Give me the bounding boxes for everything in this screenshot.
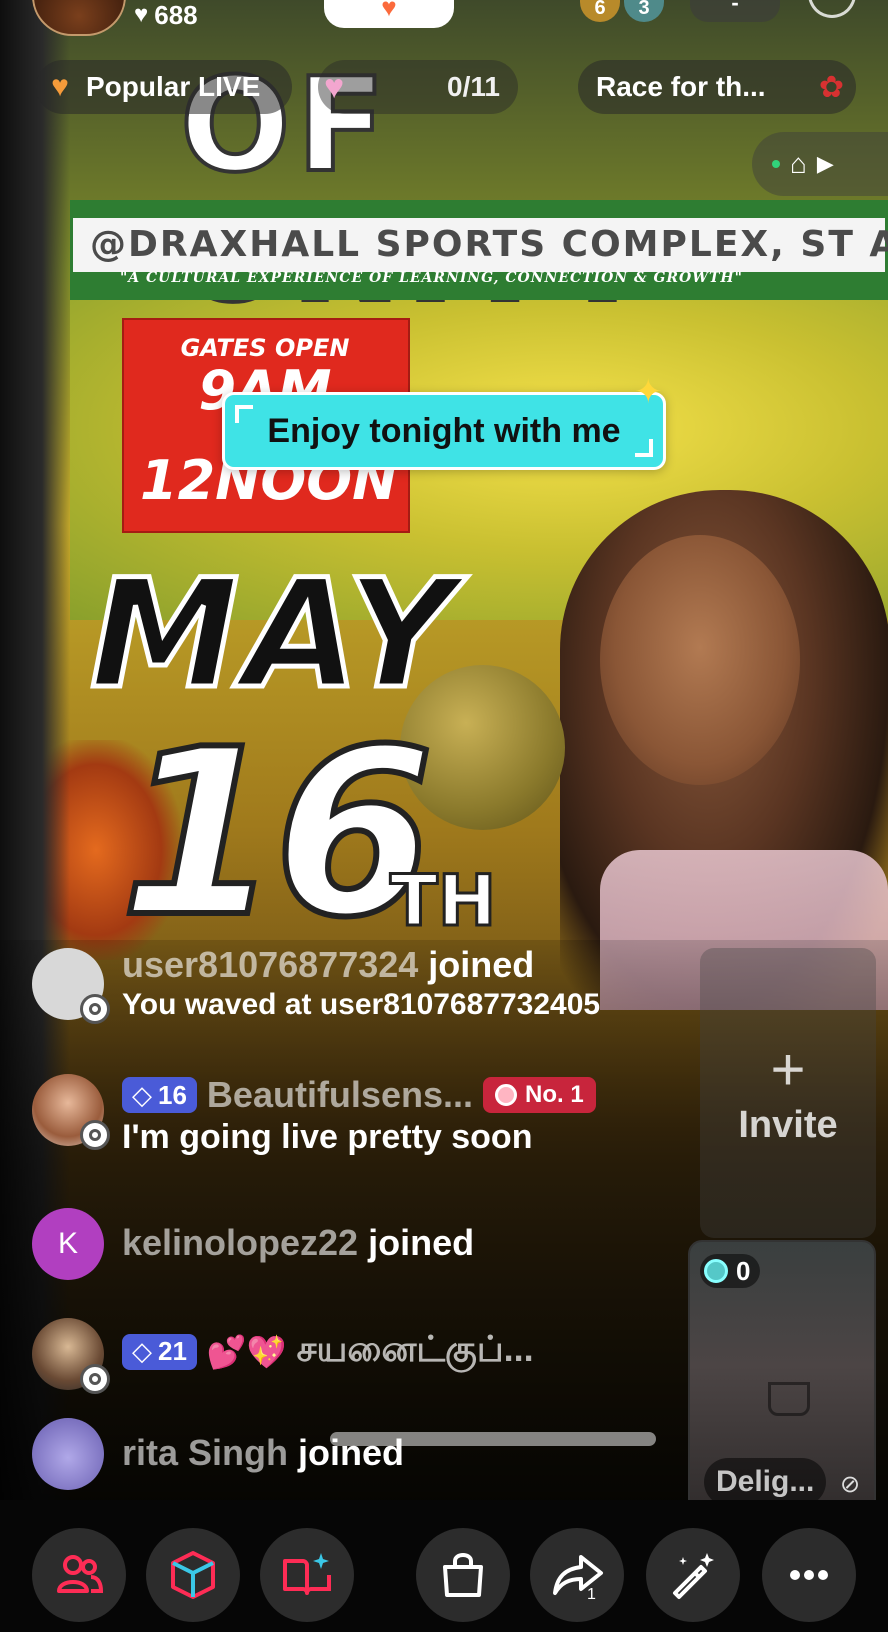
level-badge-value: 21 (158, 1336, 187, 1366)
guest-video-tile[interactable]: 0 Delig... ⊘ (688, 1240, 876, 1520)
chat-message[interactable]: ◇ 21 💕💖 சயனைட்குப்... (32, 1318, 534, 1394)
rank-badge-teal[interactable]: 3 (624, 0, 664, 22)
chevron-right-icon: ▶ (816, 151, 834, 176)
avatar[interactable] (32, 1074, 110, 1150)
diamond-icon: ◇ (132, 1079, 152, 1110)
coin-icon (704, 1259, 728, 1283)
poster-person-face (600, 535, 800, 785)
avatar[interactable] (32, 1418, 104, 1490)
goal-progress-pill[interactable]: ♥ 0/11 (318, 60, 518, 114)
bracket-corner-icon (235, 405, 253, 423)
gift-box-button[interactable] (146, 1528, 240, 1622)
cube-icon (171, 1551, 215, 1599)
effects-button[interactable] (646, 1528, 740, 1622)
goal-progress-text: 0/11 (447, 71, 500, 102)
avatar-initial: K (57, 1227, 78, 1260)
follow-button[interactable]: ♥ (324, 0, 454, 28)
level-badge: ◇ 16 (122, 1077, 197, 1113)
heart-icon: ♥ (134, 1, 149, 28)
live-badge-icon (80, 1120, 110, 1150)
bottom-toolbar: 1 (0, 1500, 888, 1632)
more-icon (790, 1570, 828, 1580)
people-button[interactable] (32, 1528, 126, 1622)
chat-username[interactable]: kelinolopez22 (122, 1222, 358, 1264)
guest-coin-count: 0 (700, 1254, 761, 1288)
chat-text: You waved at user8107687732405 (122, 988, 601, 1021)
chat-message[interactable]: K kelinolopez22 joined (32, 1208, 474, 1280)
chat-action: joined (368, 1222, 475, 1263)
shopping-bag-icon (443, 1553, 483, 1597)
race-label: Race for th... (596, 71, 766, 102)
shop-button[interactable] (416, 1528, 510, 1622)
level-badge: ◇ 21 (122, 1333, 197, 1370)
chat-message[interactable]: user81076877324 joined You waved at user… (32, 944, 601, 1024)
invite-label: Invite (738, 1103, 838, 1146)
rank-badge-gold[interactable]: 6 (580, 0, 620, 22)
avatar[interactable]: K (32, 1208, 104, 1280)
cup-icon (768, 1382, 810, 1416)
avatar[interactable] (32, 948, 110, 1024)
guest-name[interactable]: Delig... (704, 1458, 827, 1506)
share-count: 1 (587, 1586, 596, 1603)
rank-badge-value: No. 1 (524, 1081, 584, 1108)
replay-pill[interactable]: ⌂ ▶ (752, 132, 888, 196)
chat-username[interactable]: rita Singh (122, 1432, 288, 1474)
plus-icon: + (770, 1035, 806, 1103)
replay-camera-icon: ⌂ (790, 148, 807, 179)
swipe-handle[interactable] (330, 1432, 656, 1446)
live-dot-icon (772, 160, 780, 168)
diamond-icon: ◇ (132, 1336, 152, 1366)
people-icon (57, 1555, 104, 1593)
more-button[interactable] (762, 1528, 856, 1622)
host-message-banner: Enjoy tonight with me (222, 392, 666, 470)
rank-badge: No. 1 (482, 1077, 596, 1113)
rose-icon: ✿ (818, 70, 844, 104)
mic-muted-icon: ⊘ (840, 1471, 861, 1498)
live-badge-icon (80, 994, 110, 1024)
chat-text: I'm going live pretty soon (122, 1118, 533, 1156)
book-sparkle-icon (283, 1553, 331, 1595)
guest-coin-value: 0 (736, 1255, 751, 1286)
sparkle-icon: ✦ (634, 373, 663, 411)
magic-wand-icon (673, 1553, 714, 1599)
chat-message[interactable]: ◇ 16 Beautifulsens... No. 1 I'm going li… (32, 1074, 596, 1157)
alarm-clock-icon (494, 1084, 517, 1106)
poster-day-suffix: TH (388, 859, 497, 944)
popular-live-pill[interactable]: ♥ Popular LIVE (36, 60, 292, 114)
chat-message[interactable]: rita Singh joined (32, 1418, 404, 1490)
poster-day: 16 (117, 701, 437, 968)
share-icon: 1 (553, 1555, 603, 1603)
broken-heart-icon: ♥ (51, 70, 69, 103)
like-count: ♥ 688 (134, 0, 198, 30)
poster-tagline: "A CULTURAL EXPERIENCE OF LEARNING, CONN… (120, 270, 743, 286)
hearts-icon: 💕💖 (206, 1333, 287, 1370)
viewer-rank-badges[interactable]: 6 3 (580, 0, 664, 22)
chat-username[interactable]: சயனைட்குப்... (297, 1328, 534, 1375)
chat-username[interactable]: user81076877324 (122, 944, 418, 986)
avatar[interactable] (32, 1318, 110, 1394)
host-message-text: Enjoy tonight with me (267, 411, 621, 450)
chat-username[interactable]: Beautifulsens... (207, 1074, 473, 1116)
poster-month: MAY (88, 548, 459, 722)
follow-heart-icon: ♥ (381, 0, 397, 22)
chat-action: joined (428, 944, 535, 985)
popular-live-label: Popular LIVE (86, 71, 261, 102)
share-button[interactable]: 1 (530, 1528, 624, 1622)
live-badge-icon (80, 1364, 110, 1394)
level-badge-value: 16 (158, 1079, 187, 1110)
poster-gates-line: GATES OPEN (180, 334, 350, 362)
invite-guest-panel[interactable]: + Invite (700, 948, 876, 1238)
book-button[interactable] (260, 1528, 354, 1622)
viewer-count-pill[interactable]: - (690, 0, 780, 22)
like-count-value: 688 (154, 0, 198, 30)
pink-heart-icon: ♥ (324, 67, 345, 106)
poster-venue-text: @DRAXHALL SPORTS COMPLEX, ST AN (90, 224, 888, 265)
race-pill[interactable]: Race for th... ✿ (578, 60, 856, 114)
bracket-corner-icon (635, 439, 653, 457)
